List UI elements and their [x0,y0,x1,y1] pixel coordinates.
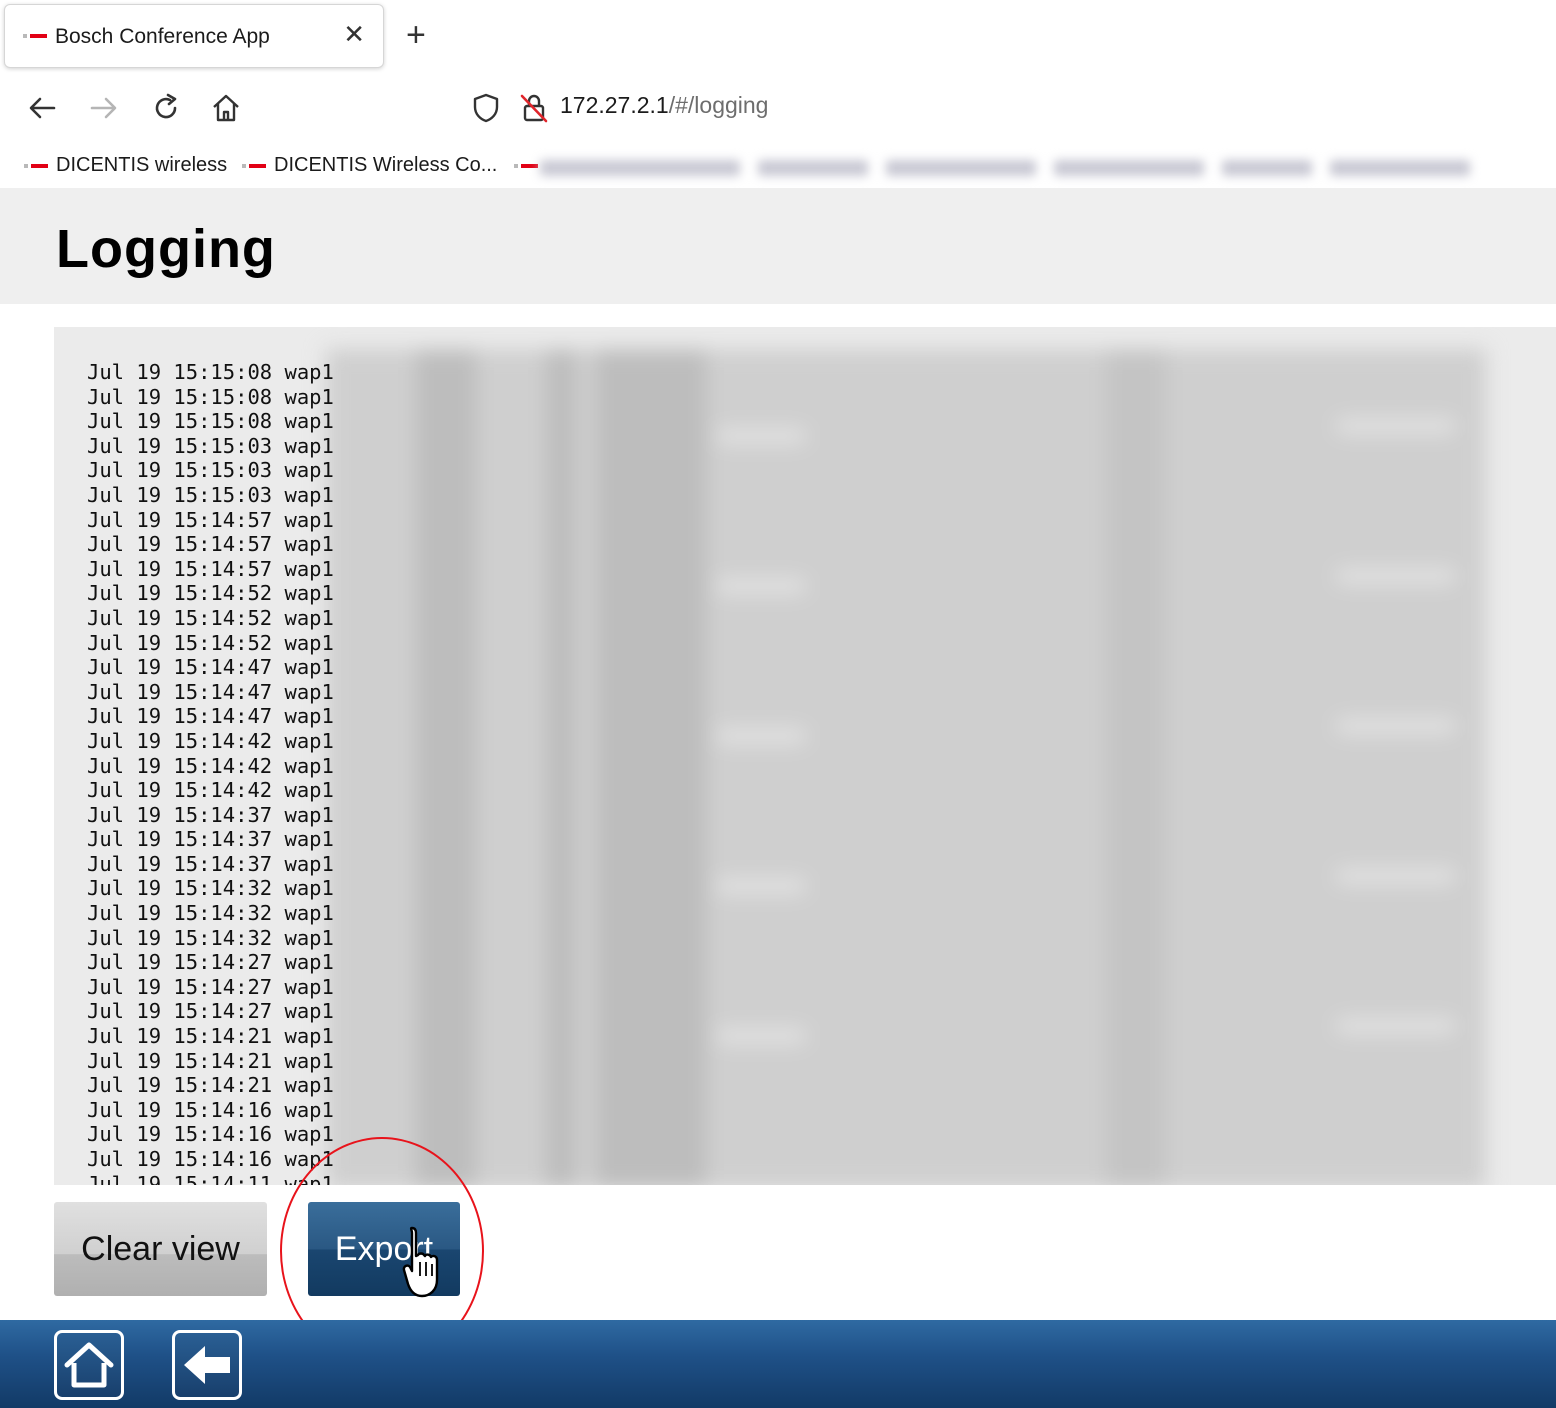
home-button[interactable] [54,1330,124,1400]
log-line: Jul 19 15:14:37 wap1 [87,802,334,827]
log-line: Jul 19 15:14:27 wap1 [87,974,334,999]
log-line: Jul 19 15:14:32 wap1 [87,901,334,926]
clear-view-button[interactable]: Clear view [54,1202,267,1296]
log-line: Jul 19 15:14:47 wap1 [87,704,334,729]
bosch-favicon-icon [242,163,266,168]
home-icon [64,1342,114,1388]
log-line: Jul 19 15:14:21 wap1 [87,1073,334,1098]
blurred-bookmarks [540,150,1556,186]
log-line: Jul 19 15:14:57 wap1 [87,507,334,532]
log-line: Jul 19 15:14:47 wap1 [87,679,334,704]
log-line: Jul 19 15:15:03 wap1 [87,482,334,507]
bookmark-dicentis-wireless[interactable]: DICENTIS wireless [24,154,227,177]
log-line: Jul 19 15:14:27 wap1 [87,950,334,975]
log-line: Jul 19 15:14:57 wap1 [87,532,334,557]
log-line: Jul 19 15:14:16 wap1 [87,1097,334,1122]
log-line: Jul 19 15:14:52 wap1 [87,605,334,630]
close-tab-icon[interactable]: ✕ [343,21,365,47]
log-line: Jul 19 15:14:32 wap1 [87,876,334,901]
bosch-favicon-icon [514,163,538,168]
bottom-navigation-bar [0,1320,1556,1408]
log-line: Jul 19 15:14:32 wap1 [87,925,334,950]
tab-title: Bosch Conference App [55,25,270,48]
log-line: Jul 19 15:14:27 wap1 [87,999,334,1024]
url-bar[interactable]: 172.27.2.1/#/logging [560,92,768,119]
shield-icon[interactable] [468,90,504,126]
log-line: Jul 19 15:14:42 wap1 [87,778,334,803]
log-line: Jul 19 15:14:37 wap1 [87,851,334,876]
back-icon[interactable] [24,90,60,126]
reload-icon[interactable] [148,90,184,126]
log-line: Jul 19 15:14:57 wap1 [87,556,334,581]
log-line: Jul 19 15:14:42 wap1 [87,753,334,778]
log-line: Jul 19 15:14:21 wap1 [87,1024,334,1049]
log-line: Jul 19 15:14:52 wap1 [87,630,334,655]
forward-icon[interactable] [86,90,122,126]
url-host: 172.27.2.1 [560,92,669,118]
log-line: Jul 19 15:14:42 wap1 [87,728,334,753]
log-line: Jul 19 15:14:16 wap1 [87,1147,334,1171]
bosch-favicon-icon [23,34,47,38]
back-arrow-icon [184,1346,230,1384]
log-line: Jul 19 15:15:08 wap1 [87,360,334,384]
page-header: Logging [0,188,1556,304]
log-line: Jul 19 15:15:08 wap1 [87,409,334,434]
navigation-bar [0,76,1556,140]
bookmark-label: DICENTIS Wireless Co... [274,154,498,176]
log-line: Jul 19 15:14:11 wap1 [87,1171,334,1185]
blurred-log-content [326,349,1486,1185]
log-lines: Jul 19 15:15:08 wap1 Jul 19 15:15:08 wap1… [87,360,334,1185]
log-line: Jul 19 15:14:37 wap1 [87,827,334,852]
new-tab-icon[interactable]: + [406,18,426,52]
bosch-favicon-icon [24,163,48,168]
log-line: Jul 19 15:14:52 wap1 [87,581,334,606]
log-line: Jul 19 15:14:47 wap1 [87,655,334,680]
home-icon[interactable] [208,90,244,126]
log-line: Jul 19 15:15:03 wap1 [87,458,334,483]
insecure-lock-icon[interactable] [516,90,552,126]
page-title: Logging [56,219,276,279]
log-line: Jul 19 15:15:03 wap1 [87,433,334,458]
log-line: Jul 19 15:14:16 wap1 [87,1122,334,1147]
log-view[interactable]: Jul 19 15:15:08 wap1 Jul 19 15:15:08 wap1… [54,327,1556,1185]
bookmark-dicentis-wireless-co[interactable]: DICENTIS Wireless Co... [242,154,497,177]
log-line: Jul 19 15:14:21 wap1 [87,1048,334,1073]
log-line: Jul 19 15:15:08 wap1 [87,384,334,409]
hand-cursor-icon [402,1226,439,1298]
url-path: /#/logging [668,92,769,118]
tab-strip: Bosch Conference App ✕ + [0,0,1556,76]
back-button[interactable] [172,1330,242,1400]
browser-tab[interactable]: Bosch Conference App ✕ [4,4,384,68]
bookmark-label: DICENTIS wireless [56,154,228,176]
